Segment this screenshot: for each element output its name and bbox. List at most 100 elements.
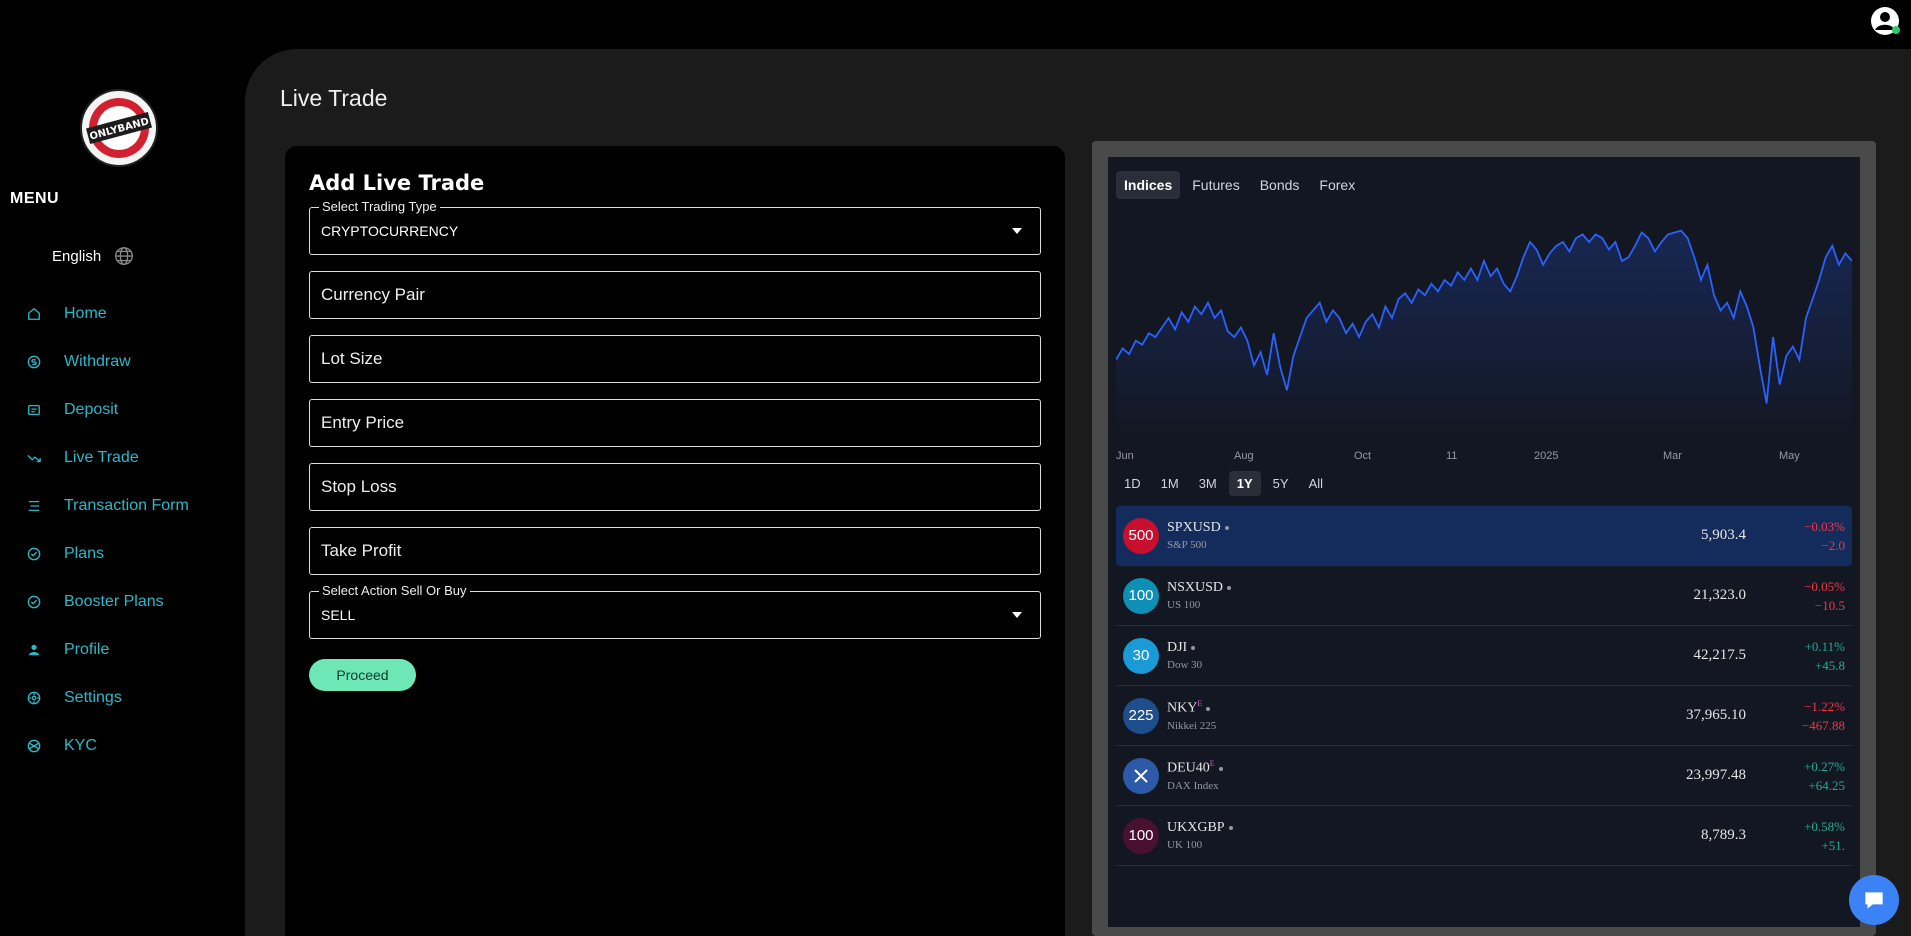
symbol-row[interactable]: 500 SPXUSD S&P 500 5,903.4 −0.03% −2.0 [1116,506,1852,566]
kyc-icon [26,738,42,754]
sidebar-item-booster-plans[interactable]: Booster Plans [0,578,245,626]
symbol-badge: 225 [1123,697,1159,734]
symbol-row[interactable]: 30 DJI Dow 30 42,217.5 +0.11% +45.8 [1116,626,1852,686]
period-selector: 1D 1M 3M 1Y 5Y All [1116,471,1852,496]
sidebar-item-label: Profile [64,641,110,658]
period-3m[interactable]: 3M [1191,471,1225,496]
trading-type-value: CRYPTOCURRENCY [321,223,459,239]
sidebar-item-label: Settings [64,689,122,706]
take-profit-input[interactable]: Take Profit [309,527,1041,575]
period-1m[interactable]: 1M [1153,471,1187,496]
status-dot [1228,825,1233,830]
currency-pair-placeholder: Currency Pair [321,285,425,304]
symbol-change-pct: −0.05% [1804,578,1845,594]
tab-forex[interactable]: Forex [1311,171,1363,199]
chat-button[interactable] [1849,875,1899,925]
symbol-badge-text: 30 [1132,647,1150,664]
trading-type-select[interactable]: Select Trading Type CRYPTOCURRENCY [309,199,1041,255]
market-widget-body: Indices Futures Bonds Forex Jun Aug Oct … [1108,157,1860,927]
sidebar-item-label: Withdraw [64,353,131,370]
lot-size-input[interactable]: Lot Size [309,335,1041,383]
symbol-change: +0.58% +51. [1804,817,1845,855]
x-axis-label: Mar [1663,450,1682,462]
sidebar-item-plans[interactable]: Plans [0,530,245,578]
dollar-circle-icon [26,354,42,370]
symbol-change-pct: +0.27% [1804,758,1845,774]
symbol-ticker: SPXUSD [1167,520,1229,536]
symbol-change-abs: +64.25 [1808,777,1845,793]
sidebar-item-deposit[interactable]: Deposit [0,386,245,434]
symbol-row[interactable]: 100 UKXGBP UK 100 8,789.3 +0.58% +51. [1116,806,1852,866]
market-tabs: Indices Futures Bonds Forex [1116,171,1852,199]
symbol-badge: 100 [1123,577,1159,614]
symbol-change: −0.03% −2.0 [1804,517,1845,555]
symbol-list: 500 SPXUSD S&P 500 5,903.4 −0.03% −2.0 1… [1116,506,1852,866]
index-chart[interactable]: Jun Aug Oct 11 2025 Mar May [1116,201,1852,469]
sidebar-item-withdraw[interactable]: Withdraw [0,338,245,386]
sidebar-item-label: Deposit [64,401,119,418]
symbol-price: 8,789.3 [1701,827,1746,843]
symbol-change-pct: +0.11% [1804,638,1845,654]
take-profit-placeholder: Take Profit [321,541,402,560]
x-axis-label: Oct [1354,450,1371,462]
symbol-info: UKXGBP UK 100 [1167,820,1233,851]
entry-price-input[interactable]: Entry Price [309,399,1041,447]
symbol-ticker-text: SPXUSD [1167,520,1221,535]
brand-logo[interactable]: ONLYBAND [79,88,159,168]
symbol-ticker: DJI [1167,640,1202,656]
tab-futures[interactable]: Futures [1184,171,1247,199]
symbol-ticker: NKYE [1167,699,1216,717]
sidebar-item-live-trade[interactable]: Live Trade [0,434,245,482]
symbol-row[interactable]: 100 NSXUSD US 100 21,323.0 −0.05% −10.5 [1116,566,1852,626]
sidebar-item-home[interactable]: Home [0,290,245,338]
sidebar-item-label: Transaction Form [64,497,189,514]
period-all[interactable]: All [1301,471,1331,496]
form-heading: Add Live Trade [309,171,485,195]
period-1y[interactable]: 1Y [1228,471,1261,496]
symbol-badge [1123,757,1159,794]
symbol-change-abs: −10.5 [1814,597,1845,613]
symbol-ticker-text: NSXUSD [1167,580,1224,595]
x-axis-label: Jun [1116,450,1134,462]
proceed-button[interactable]: Proceed [309,659,416,691]
symbol-description: DAX Index [1167,779,1219,792]
list-icon [26,498,42,514]
symbol-badge-text: 100 [1128,587,1154,604]
symbol-info: DEU40E DAX Index [1167,759,1223,792]
symbol-price: 5,903.4 [1701,527,1746,543]
user-avatar-icon[interactable] [1869,5,1901,37]
symbol-description: Nikkei 225 [1167,719,1217,732]
symbol-info: DJI Dow 30 [1167,640,1202,671]
main-panel: Live Trade Add Live Trade Select Trading… [245,49,1911,936]
period-5y[interactable]: 5Y [1265,471,1297,496]
sidebar-item-settings[interactable]: Settings [0,674,245,722]
sidebar-item-profile[interactable]: Profile [0,626,245,674]
stop-loss-input[interactable]: Stop Loss [309,463,1041,511]
symbol-price: 42,217.5 [1693,647,1747,663]
symbol-price: 23,997.48 [1686,767,1746,783]
period-1d[interactable]: 1D [1116,471,1149,496]
symbol-row[interactable]: DEU40E DAX Index 23,997.48 +0.27% +64.25 [1116,746,1852,806]
symbol-row[interactable]: 225 NKYE Nikkei 225 37,965.10 −1.22% −46… [1116,686,1852,746]
symbol-change: +0.27% +64.25 [1804,757,1845,795]
symbol-badge: 500 [1123,517,1159,554]
sidebar-item-transaction-form[interactable]: Transaction Form [0,482,245,530]
tab-indices[interactable]: Indices [1116,171,1181,199]
symbol-change-abs: +45.8 [1814,657,1845,673]
check-circle-icon [26,546,42,562]
sidebar-item-label: Plans [64,545,105,562]
symbol-badge-text: 100 [1128,827,1154,844]
currency-pair-input[interactable]: Currency Pair [309,271,1041,319]
menu-title: MENU [10,190,60,207]
language-selector[interactable]: English [52,245,135,267]
symbol-price: 21,323.0 [1693,587,1747,603]
action-select[interactable]: Select Action Sell Or Buy SELL [309,583,1041,639]
sidebar-item-kyc[interactable]: KYC [0,722,245,770]
symbol-change: −0.05% −10.5 [1804,577,1845,615]
action-label: Select Action Sell Or Buy [319,583,470,598]
app-root: ONLYBAND MENU English Home Withdraw Depo… [0,0,1911,936]
sidebar-item-label: Booster Plans [64,593,164,610]
symbol-change-pct: −0.03% [1804,518,1845,534]
chevron-down-icon [1012,612,1022,618]
tab-bonds[interactable]: Bonds [1252,171,1308,199]
